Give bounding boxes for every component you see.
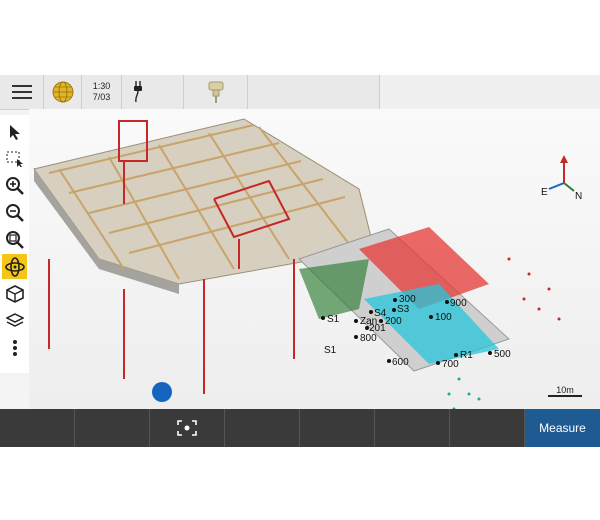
view-cube-icon bbox=[5, 284, 24, 303]
time-display[interactable]: 1:30 7/03 bbox=[82, 75, 122, 109]
bottom-slot-2[interactable] bbox=[75, 409, 150, 447]
scale-bar: 10m bbox=[548, 385, 582, 397]
left-toolbar bbox=[0, 115, 30, 373]
axis-e-label: E bbox=[541, 187, 548, 198]
focus-target-icon bbox=[177, 420, 197, 436]
gnss-status-button[interactable] bbox=[44, 75, 82, 109]
point-label[interactable]: 700 bbox=[442, 359, 459, 370]
layers-button[interactable] bbox=[2, 308, 27, 333]
measure-button[interactable]: Measure bbox=[525, 409, 600, 447]
orbit-tool-button[interactable] bbox=[2, 254, 27, 279]
app-window: 1:30 7/03 300 900 100 800 600 700 R1 500… bbox=[0, 75, 600, 447]
zoom-extents-button[interactable] bbox=[2, 227, 27, 252]
box-select-tool-button[interactable] bbox=[2, 146, 27, 171]
select-arrow-icon bbox=[9, 124, 20, 140]
bottom-toolbar: Measure bbox=[0, 409, 600, 447]
probe-sensor-icon bbox=[208, 81, 223, 103]
zoom-in-icon bbox=[5, 176, 24, 195]
axis-triad: E N bbox=[541, 155, 582, 202]
time-value: 1:30 bbox=[92, 81, 111, 91]
point-label[interactable]: 900 bbox=[450, 298, 467, 309]
point-label[interactable]: 600 bbox=[392, 357, 409, 368]
point-label[interactable]: S1 bbox=[327, 314, 340, 325]
toolbar-spacer bbox=[380, 75, 600, 109]
more-vertical-icon bbox=[12, 339, 17, 356]
top-toolbar: 1:30 7/03 bbox=[0, 75, 600, 110]
zoom-out-button[interactable] bbox=[2, 200, 27, 225]
bottom-slot-6[interactable] bbox=[375, 409, 450, 447]
axis-n-label: N bbox=[575, 191, 582, 202]
power-status-button[interactable] bbox=[122, 75, 184, 109]
zoom-extents-icon bbox=[5, 230, 24, 249]
globe-icon bbox=[52, 81, 73, 103]
point-label[interactable]: S1 bbox=[324, 345, 337, 356]
point-label[interactable]: 201 bbox=[369, 323, 386, 334]
layers-icon bbox=[5, 312, 24, 327]
hamburger-menu-icon bbox=[11, 85, 32, 99]
power-plug-icon bbox=[134, 81, 142, 103]
bottom-slot-4[interactable] bbox=[225, 409, 300, 447]
bottom-slot-1[interactable] bbox=[0, 409, 75, 447]
orbit-icon bbox=[4, 256, 25, 277]
select-tool-button[interactable] bbox=[2, 119, 27, 144]
focus-button[interactable] bbox=[150, 409, 225, 447]
position-marker[interactable] bbox=[152, 382, 172, 402]
zoom-out-icon bbox=[5, 203, 24, 222]
point-label[interactable]: 200 bbox=[385, 316, 402, 327]
point-label[interactable]: 800 bbox=[360, 333, 377, 344]
view-cube-button[interactable] bbox=[2, 281, 27, 306]
instrument-button[interactable] bbox=[184, 75, 248, 109]
date-value: 7/03 bbox=[92, 92, 111, 102]
bottom-slot-5[interactable] bbox=[300, 409, 375, 447]
menu-button[interactable] bbox=[0, 75, 44, 109]
scan-cyan-points bbox=[447, 377, 481, 409]
box-select-icon bbox=[6, 151, 23, 167]
point-label[interactable]: 100 bbox=[435, 312, 452, 323]
3d-viewport[interactable]: 300 900 100 800 600 700 R1 500 S1 S3 S4 … bbox=[29, 109, 600, 409]
bottom-slot-7[interactable] bbox=[450, 409, 525, 447]
toolbar-empty-slot bbox=[248, 75, 380, 109]
scan-red-points bbox=[507, 257, 561, 321]
point-label[interactable]: S3 bbox=[397, 304, 410, 315]
scene-drawing: 300 900 100 800 600 700 R1 500 S1 S3 S4 … bbox=[33, 118, 582, 409]
point-label[interactable]: 500 bbox=[494, 349, 511, 360]
more-tools-button[interactable] bbox=[2, 335, 27, 360]
point-label[interactable]: R1 bbox=[460, 350, 473, 361]
zoom-in-button[interactable] bbox=[2, 173, 27, 198]
